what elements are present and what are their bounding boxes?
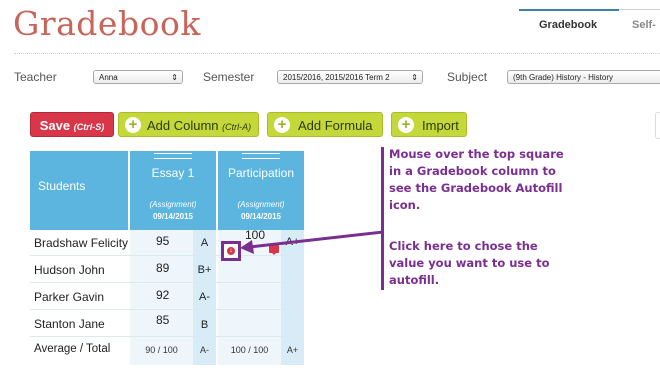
essay1-type: (Assignment) — [149, 200, 197, 209]
save-button-label: Save — [39, 118, 71, 133]
autofill-icon[interactable]: ↓ — [227, 247, 235, 255]
score-cell[interactable]: 92 — [156, 288, 169, 302]
participation-type: (Assignment) — [237, 200, 285, 209]
callout-text-2: Click here to chose the value you want t… — [389, 239, 550, 287]
save-button[interactable]: Save (Ctrl-S) — [30, 112, 114, 137]
tab-divider — [619, 9, 660, 10]
teacher-select-value: Anna — [99, 73, 118, 82]
participation-date: 09/14/2015 — [240, 212, 282, 221]
students-header: Students — [38, 179, 86, 193]
student-name: Stanton Jane — [34, 317, 105, 331]
student-name: Hudson John — [34, 263, 105, 277]
subject-select[interactable]: (9th Grade) History - History — [507, 70, 660, 84]
import-label: Import — [422, 118, 459, 133]
grade-cell: B+ — [197, 264, 212, 276]
semester-select[interactable]: 2015/2016, 2015/2016 Term 2 ⇕ — [277, 70, 423, 84]
add-column-shortcut: (Ctrl-A) — [222, 122, 252, 132]
teacher-select[interactable]: Anna ⇕ — [93, 70, 183, 84]
average-label: Average / Total — [34, 343, 111, 355]
average-score: 90 / 100 — [145, 345, 178, 355]
import-button[interactable]: + Import — [391, 112, 467, 137]
save-shortcut: (Ctrl-S) — [73, 122, 105, 132]
grade-cell: A — [200, 237, 209, 249]
score-cell[interactable]: 85 — [156, 313, 169, 327]
tab-gradebook[interactable]: Gradebook — [539, 19, 597, 31]
plus-icon: + — [274, 117, 290, 133]
tab-self[interactable]: Self- — [632, 19, 656, 31]
add-column-label: Add Column — [147, 118, 219, 133]
subject-select-value: (9th Grade) History - History — [513, 73, 614, 82]
row-divider — [30, 282, 304, 283]
callout-text-1: Mouse over the top square in a Gradebook… — [389, 147, 564, 212]
essay1-header-cell[interactable]: Essay 1 (Assignment) 09/14/2015 — [130, 151, 216, 230]
student-name: Bradshaw Felicity — [34, 236, 129, 250]
row-divider — [30, 309, 304, 310]
essay1-title: Essay 1 — [151, 166, 195, 180]
teacher-label: Teacher — [14, 70, 57, 84]
subject-label: Subject — [447, 70, 488, 84]
toolbar-overflow-button[interactable] — [655, 112, 660, 139]
grade-cell: B — [200, 319, 209, 331]
add-formula-button[interactable]: + Add Formula — [267, 112, 383, 137]
student-name: Parker Gavin — [34, 290, 105, 304]
average-grade: A+ — [286, 345, 299, 355]
grade-cell: A- — [199, 291, 210, 303]
average-grade: A- — [200, 345, 209, 355]
add-column-button[interactable]: + Add Column (Ctrl-A) — [118, 112, 259, 137]
score-cell[interactable]: 95 — [156, 234, 169, 248]
semester-label: Semester — [203, 70, 255, 84]
select-arrows-icon: ⇕ — [171, 73, 178, 82]
plus-icon: + — [125, 117, 141, 133]
page-title: Gradebook — [13, 4, 201, 43]
column-handle-icon[interactable] — [242, 153, 280, 159]
score-cell[interactable]: 89 — [156, 261, 169, 275]
tab-active-indicator — [519, 9, 619, 11]
row-divider — [30, 336, 304, 337]
select-arrows-icon: ⇕ — [411, 73, 418, 82]
header-divider — [14, 53, 660, 54]
participation-title: Participation — [227, 166, 295, 180]
callout-bar — [381, 147, 384, 290]
essay1-date: 09/14/2015 — [152, 212, 194, 221]
average-score: 100 / 100 — [230, 345, 269, 355]
callout-arrow — [240, 230, 384, 254]
column-handle-icon[interactable] — [154, 153, 192, 159]
participation-header-cell[interactable]: Participation (Assignment) 09/14/2015 — [218, 151, 304, 230]
students-header-cell: Students — [30, 151, 128, 230]
semester-select-value: 2015/2016, 2015/2016 Term 2 — [283, 73, 390, 82]
plus-icon: + — [398, 117, 414, 133]
add-formula-label: Add Formula — [298, 118, 373, 133]
